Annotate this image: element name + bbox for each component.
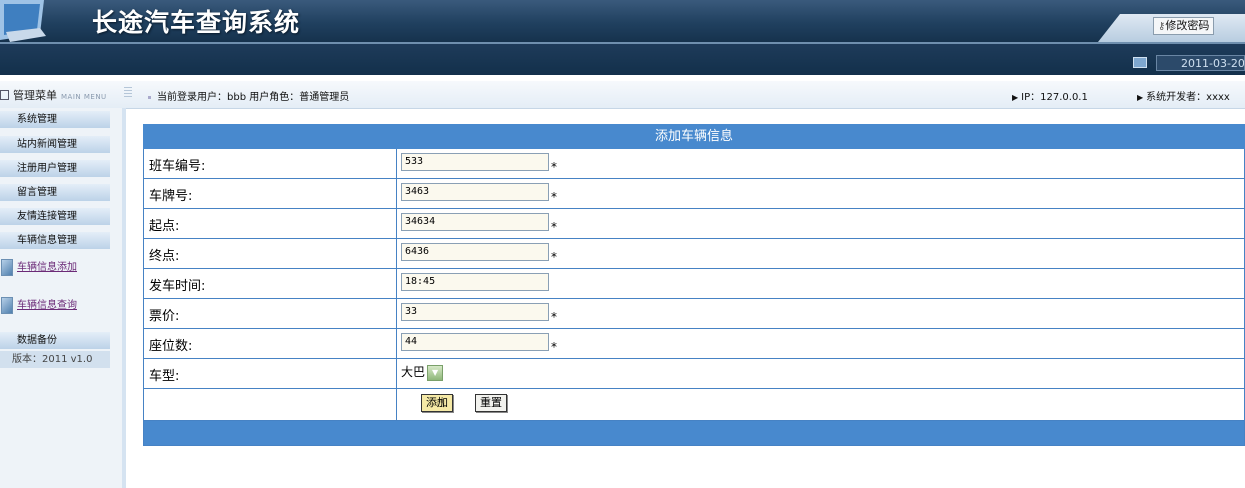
- form-row-actions: 添加 重置 ☝: [143, 389, 1245, 421]
- sidebar-item-vehicles[interactable]: 车辆信息管理: [0, 232, 110, 249]
- menu-title-label: 管理菜单: [13, 89, 57, 102]
- change-password-button[interactable]: ⚷修改密码: [1153, 17, 1215, 35]
- version-label: 版本：2011 v1.0: [0, 351, 110, 368]
- form-title: 添加车辆信息: [143, 124, 1245, 149]
- form-row-car-type: 车型: 大巴 ▼: [143, 359, 1245, 389]
- add-vehicle-form: 添加车辆信息 班车编号: 533 * 车牌号: 3463 * 起点: 34634…: [143, 124, 1245, 446]
- add-vehicle-link[interactable]: 车辆信息添加: [17, 262, 77, 273]
- sidebar-item-news[interactable]: 站内新闻管理: [0, 136, 110, 153]
- required-mark: *: [551, 340, 557, 354]
- top-banner: 长途汽车查询系统 ⚷修改密码: [0, 0, 1245, 42]
- menu-title: 管理菜单 MAIN MENU: [0, 87, 107, 103]
- form-row-departure-time: 发车时间: 18:45: [143, 269, 1245, 299]
- ip-text: IP：127.0.0.1: [1021, 92, 1088, 103]
- departure-time-input[interactable]: 18:45: [401, 273, 549, 291]
- field-label: 终点:: [149, 249, 180, 264]
- form-row-plate-number: 车牌号: 3463 *: [143, 179, 1245, 209]
- required-mark: *: [551, 250, 557, 264]
- field-label: 票价:: [149, 309, 180, 324]
- screen-icon: [1133, 57, 1147, 68]
- form-footer-bar: [143, 421, 1245, 446]
- field-label: 车型:: [149, 369, 180, 384]
- triangle-right-icon: ▶: [1012, 93, 1019, 102]
- fare-input[interactable]: 33: [401, 303, 549, 321]
- field-label: 发车时间:: [149, 279, 206, 294]
- developer-info: ▶ 系统开发者：xxxx: [1137, 88, 1245, 103]
- sidebar-subitem-add-vehicle[interactable]: 车辆信息添加: [0, 257, 120, 279]
- form-row-origin: 起点: 34634 *: [143, 209, 1245, 239]
- origin-input[interactable]: 34634: [401, 213, 549, 231]
- bullet-icon: [148, 95, 151, 99]
- sidebar-divider: [122, 108, 126, 488]
- menu-separator: [124, 87, 132, 98]
- developer-text: 系统开发者：xxxx: [1146, 92, 1230, 103]
- field-label: 班车编号:: [149, 159, 206, 174]
- header-subbar: 2011-03-20: [0, 42, 1245, 75]
- required-mark: *: [551, 190, 557, 204]
- reset-button[interactable]: 重置: [475, 394, 507, 412]
- sidebar: 系统管理 站内新闻管理 注册用户管理 留言管理 友情连接管理 车辆信息管理 车辆…: [0, 108, 122, 488]
- plate-number-input[interactable]: 3463: [401, 183, 549, 201]
- required-mark: *: [551, 160, 557, 174]
- triangle-right-icon: ▶: [1137, 93, 1144, 102]
- form-row-seats: 座位数: 44 *: [143, 329, 1245, 359]
- form-row-destination: 终点: 6436 *: [143, 239, 1245, 269]
- date-display: 2011-03-20: [1156, 55, 1245, 71]
- info-bar: 管理菜单 MAIN MENU 当前登录用户：bbb 用户角色：普通管理员 ▶ IP：…: [0, 81, 1245, 109]
- sidebar-item-backup[interactable]: 数据备份: [0, 332, 110, 349]
- document-icon: [1, 296, 13, 314]
- sidebar-item-messages[interactable]: 留言管理: [0, 184, 110, 201]
- document-icon: [1, 258, 13, 276]
- car-type-select[interactable]: 大巴 ▼: [401, 363, 444, 381]
- field-label: 座位数:: [149, 339, 193, 354]
- form-row-fare: 票价: 33 *: [143, 299, 1245, 329]
- login-info-text: 当前登录用户：bbb 用户角色：普通管理员: [157, 92, 350, 103]
- required-mark: *: [551, 310, 557, 324]
- app-title: 长途汽车查询系统: [92, 8, 301, 37]
- car-type-value: 大巴: [401, 365, 426, 379]
- field-label: 起点:: [149, 219, 180, 234]
- required-mark: *: [551, 220, 557, 234]
- seats-input[interactable]: 44: [401, 333, 549, 351]
- sidebar-item-system[interactable]: 系统管理: [0, 111, 110, 128]
- query-vehicle-link[interactable]: 车辆信息查询: [17, 300, 77, 311]
- ip-info: ▶ IP：127.0.0.1: [1012, 88, 1088, 103]
- menu-box-icon: [0, 90, 9, 100]
- bus-number-input[interactable]: 533: [401, 153, 549, 171]
- sidebar-item-links[interactable]: 友情连接管理: [0, 208, 110, 225]
- change-password-label: 修改密码: [1165, 19, 1210, 32]
- field-label: 车牌号:: [149, 189, 193, 204]
- hand-cursor-icon: ☝: [436, 395, 445, 411]
- chevron-down-icon: ▼: [427, 364, 444, 381]
- sidebar-subitem-query-vehicle[interactable]: 车辆信息查询: [0, 295, 120, 317]
- menu-title-en: MAIN MENU: [61, 93, 107, 101]
- sidebar-item-users[interactable]: 注册用户管理: [0, 160, 110, 177]
- form-row-bus-number: 班车编号: 533 *: [143, 149, 1245, 179]
- destination-input[interactable]: 6436: [401, 243, 549, 261]
- login-info: 当前登录用户：bbb 用户角色：普通管理员: [148, 88, 349, 103]
